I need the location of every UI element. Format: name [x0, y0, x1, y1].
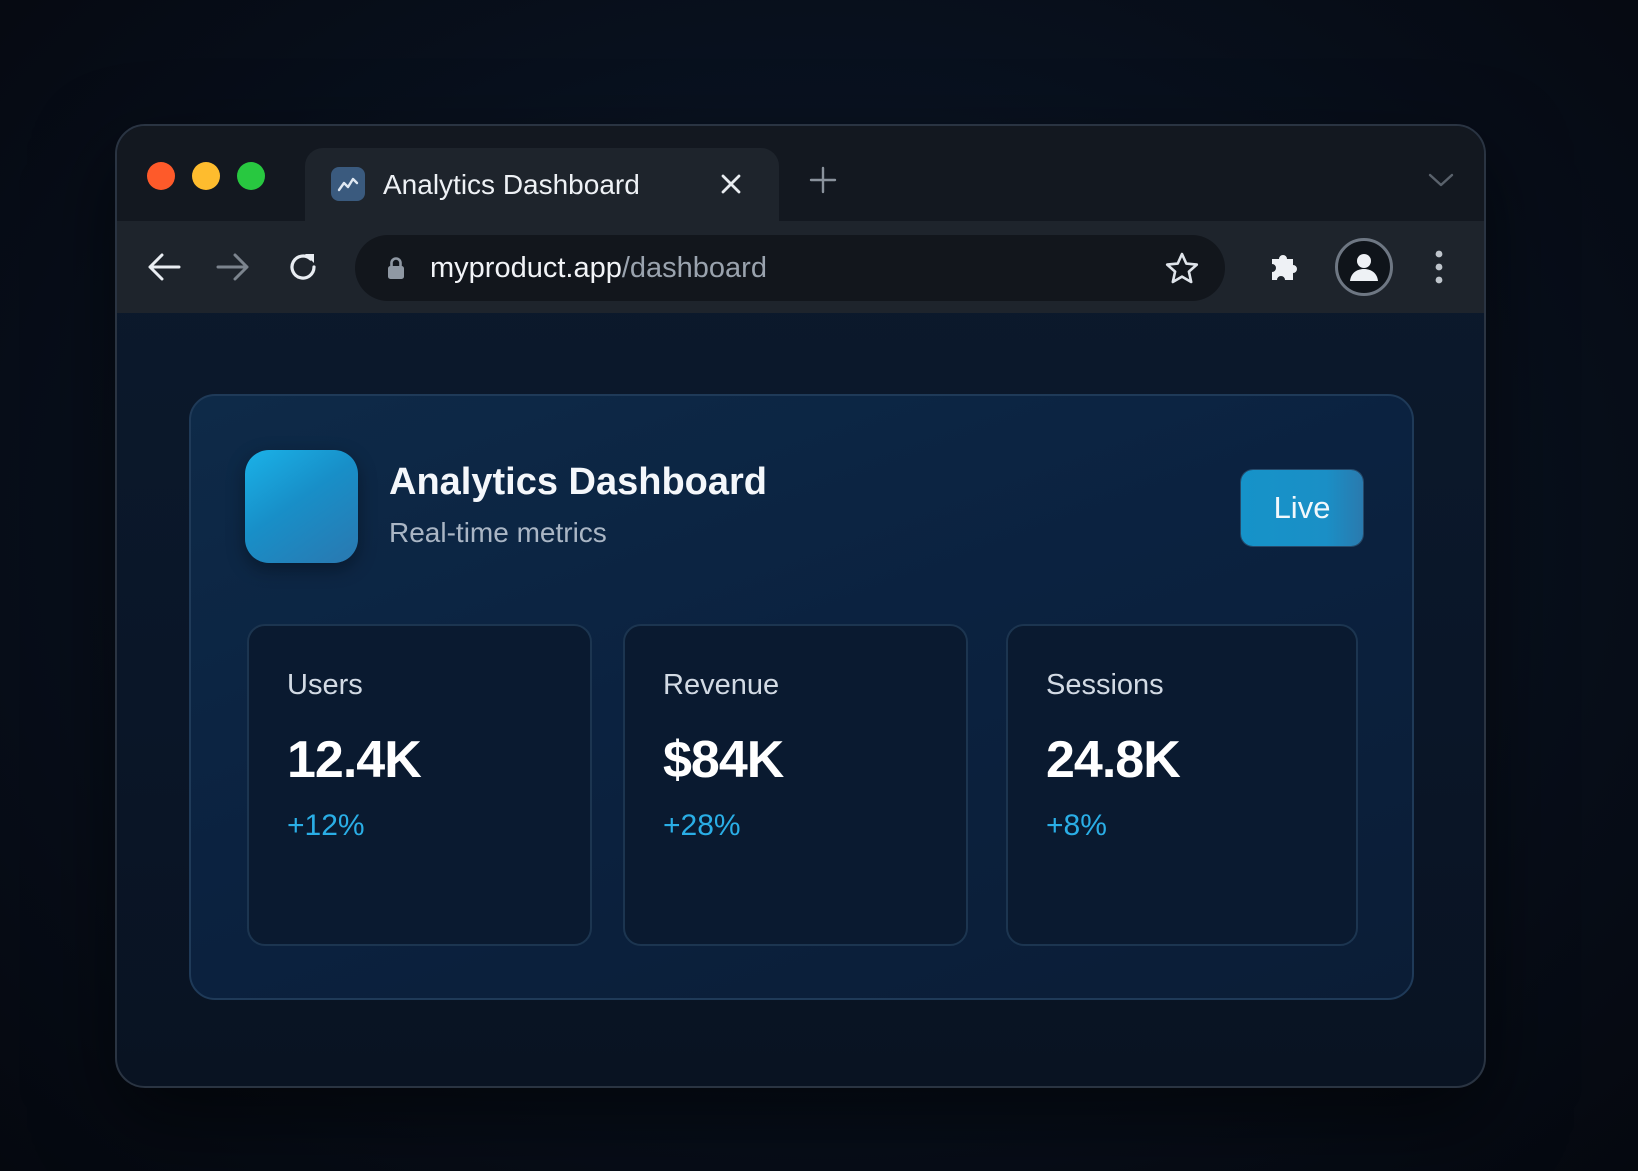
dashboard-card: Analytics Dashboard Real-time metrics Li…	[189, 394, 1414, 1000]
browser-window: Analytics Dashboard myproduct.app/dashbo…	[115, 124, 1486, 1088]
kebab-menu-icon[interactable]	[1417, 245, 1461, 289]
metric-value: $84K	[663, 731, 784, 789]
metric-value: 24.8K	[1046, 731, 1181, 789]
star-bookmark-icon[interactable]	[1163, 250, 1201, 288]
address-bar[interactable]: myproduct.app/dashboard	[355, 235, 1225, 301]
metric-card-sessions[interactable]: Sessions 24.8K +8%	[1006, 624, 1358, 946]
back-arrow-icon[interactable]	[142, 245, 186, 289]
browser-tab-active[interactable]: Analytics Dashboard	[305, 148, 779, 221]
minimize-window-button[interactable]	[192, 162, 220, 190]
live-status-badge[interactable]: Live	[1241, 470, 1363, 546]
page-subtitle: Real-time metrics	[389, 517, 607, 548]
metric-change: +8%	[1046, 809, 1107, 842]
metric-label: Sessions	[1046, 669, 1164, 701]
url-host: myproduct.app	[430, 252, 622, 284]
maximize-window-button[interactable]	[237, 162, 265, 190]
app-logo-icon	[245, 450, 358, 563]
metric-change: +28%	[663, 809, 741, 842]
desktop-background: Analytics Dashboard myproduct.app/dashbo…	[0, 0, 1638, 1171]
metric-card-revenue[interactable]: Revenue $84K +28%	[623, 624, 968, 946]
chart-icon	[331, 167, 365, 201]
new-tab-plus-icon[interactable]	[807, 164, 839, 196]
tab-strip: Analytics Dashboard	[117, 126, 1484, 221]
lock-icon[interactable]	[383, 255, 409, 281]
page-title: Analytics Dashboard	[389, 461, 767, 503]
metric-card-users[interactable]: Users 12.4K +12%	[247, 624, 592, 946]
close-icon[interactable]	[715, 168, 747, 200]
forward-arrow-icon[interactable]	[211, 245, 255, 289]
url-text[interactable]: myproduct.app/dashboard	[430, 251, 767, 285]
metric-change: +12%	[287, 809, 365, 842]
puzzle-extensions-icon[interactable]	[1262, 245, 1306, 289]
profile-avatar-icon[interactable]	[1335, 238, 1393, 296]
tab-title: Analytics Dashboard	[383, 169, 640, 200]
metric-label: Revenue	[663, 669, 780, 701]
browser-toolbar: myproduct.app/dashboard	[117, 221, 1484, 313]
close-window-button[interactable]	[147, 162, 175, 190]
url-path: /dashboard	[621, 252, 767, 284]
metric-label: Users	[287, 669, 363, 701]
chevron-down-icon[interactable]	[1426, 168, 1456, 192]
reload-icon[interactable]	[281, 245, 325, 289]
metric-value: 12.4K	[287, 731, 422, 789]
